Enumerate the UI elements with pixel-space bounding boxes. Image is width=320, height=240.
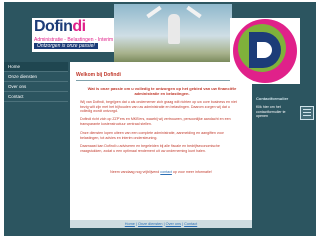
contact-form-title: Contactformulier	[256, 96, 289, 101]
paragraph-2: Dofindi richt zich op ZZP'ers en MKB'ers…	[80, 117, 231, 126]
footer-link-onze-diensten[interactable]: Onze diensten	[138, 222, 163, 226]
footer-link-over-ons[interactable]: Over ons	[166, 222, 181, 226]
form-icon[interactable]	[300, 106, 314, 120]
footer-link-home[interactable]: Home	[125, 222, 135, 226]
contact-link[interactable]: contact	[160, 170, 172, 174]
paragraph-3: Onze diensten lopen uiteen van een compl…	[80, 131, 224, 140]
page-title: Welkom bij Dofindi	[76, 72, 121, 78]
logo-slogan: Ontzorgen is onze passie!	[34, 43, 98, 49]
right-sidebar: Contactformulier Klik hier om het contac…	[254, 94, 316, 224]
sidebar-nav: Home Onze diensten Over ons Contact	[4, 62, 68, 102]
nav-item-over-ons[interactable]: Over ons	[4, 82, 68, 92]
paragraph-4: Daarnaast kan Dofindi u adviseren en beg…	[80, 144, 220, 153]
contact-line: Neem vandaag nog vrijblijvend contact op…	[80, 170, 242, 174]
title-divider	[76, 80, 246, 81]
contact-form-text[interactable]: Klik hier om het contactformulier te ope…	[256, 105, 296, 119]
photo-person	[168, 14, 180, 44]
nav-item-contact[interactable]: Contact	[4, 92, 68, 102]
intro-text: Wat is onze passie om u volledig te ontz…	[87, 86, 237, 96]
contact-prefix: Neem vandaag nog vrijblijvend	[110, 170, 160, 174]
main-content: Welkom bij Dofindi Wat is onze passie om…	[70, 62, 252, 228]
brand-badge	[230, 18, 300, 84]
paragraph-1: Wij van Dofindi, begrijpen dat u als ond…	[80, 100, 237, 114]
logo-wordmark: Dofindi	[34, 18, 86, 35]
footer-link-contact[interactable]: Contact	[184, 222, 197, 226]
contact-suffix: op voor meer informatie!	[172, 170, 212, 174]
logo[interactable]: Dofindi Administratie - Belastingen - In…	[32, 18, 114, 52]
nav-item-onze-diensten[interactable]: Onze diensten	[4, 72, 68, 82]
nav-item-home[interactable]: Home	[4, 62, 68, 72]
footer-nav: Home | Onze diensten | Over ons | Contac…	[70, 220, 252, 228]
